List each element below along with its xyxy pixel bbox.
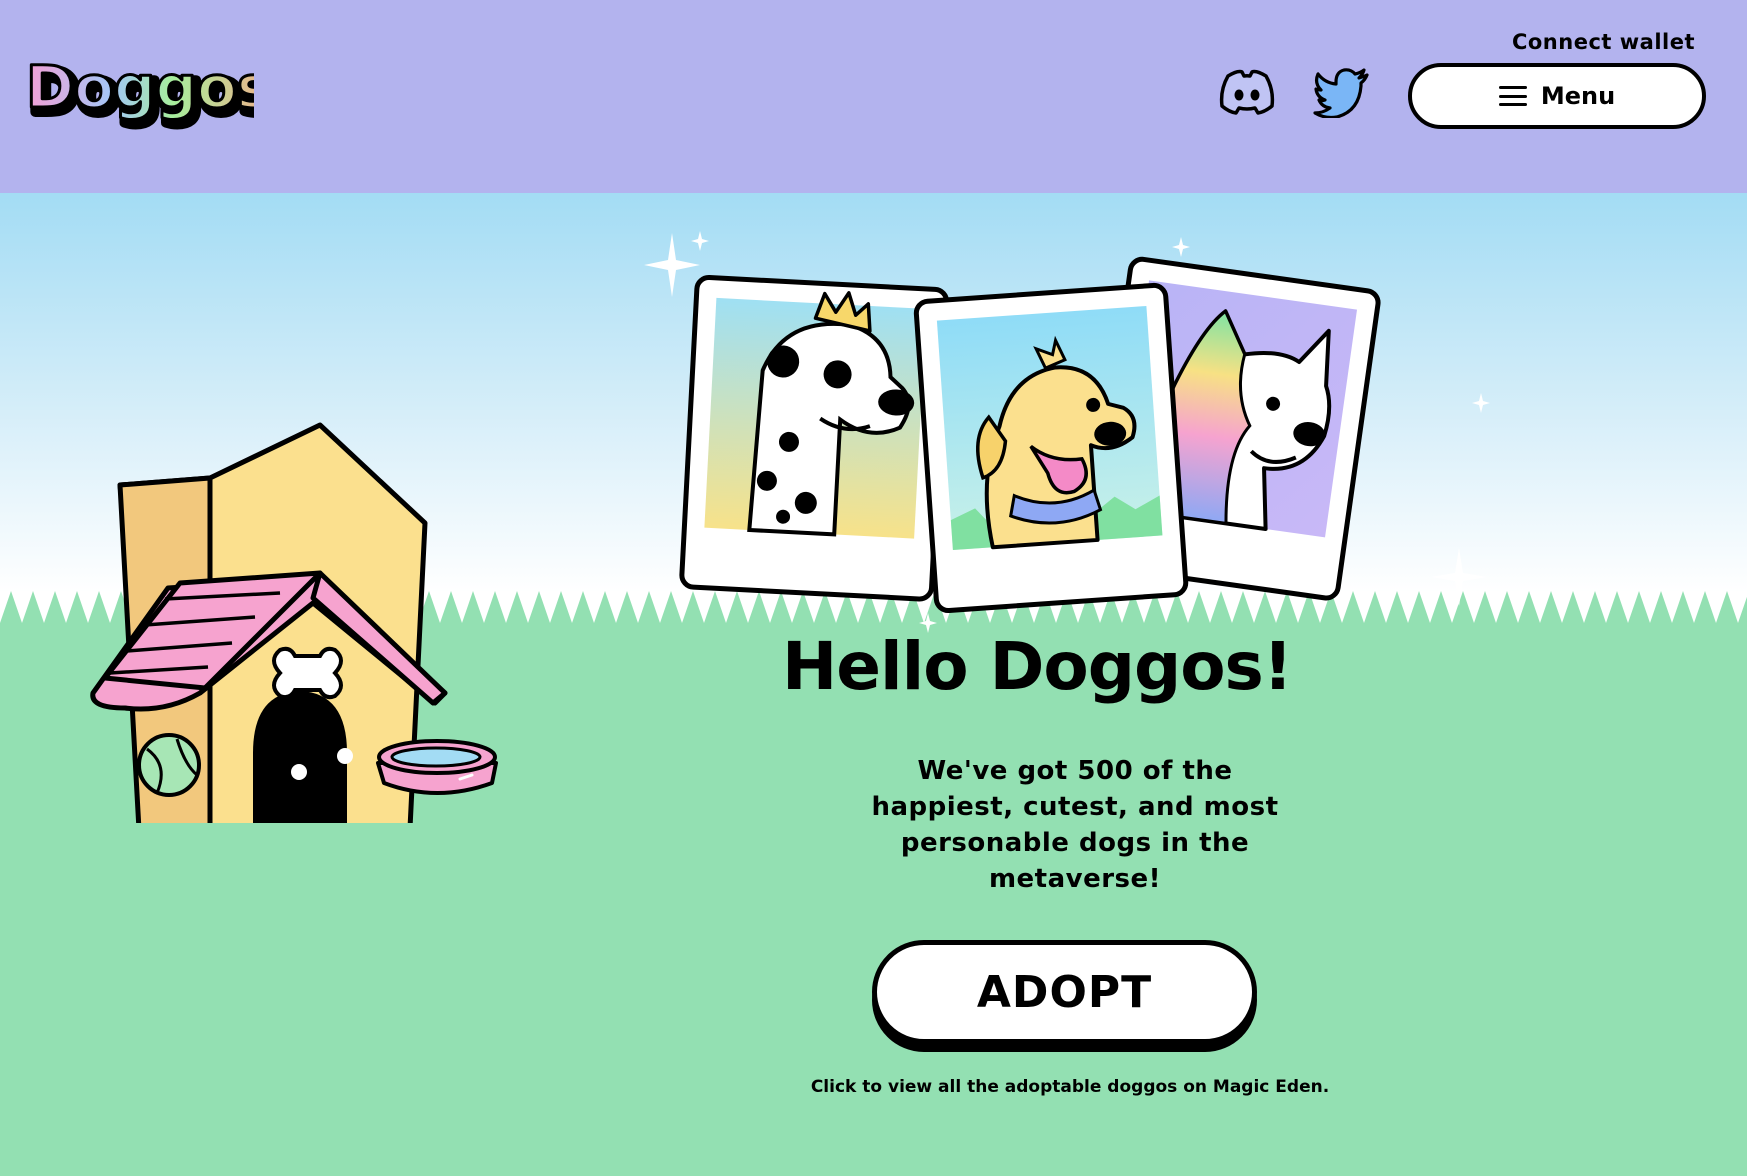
- menu-label: Menu: [1540, 82, 1616, 110]
- site-header: Doggos Doggos Connect wallet Menu: [0, 0, 1747, 193]
- hero-intro: We've got 500 of the happiest, cutest, a…: [871, 756, 1279, 894]
- discord-icon[interactable]: [1218, 66, 1276, 118]
- doggo-polaroids: [679, 256, 1381, 613]
- adopt-button[interactable]: ADOPT: [872, 940, 1257, 1044]
- menu-button[interactable]: Menu: [1408, 63, 1706, 129]
- polaroid-dalmatian: [679, 275, 950, 602]
- twitter-icon[interactable]: [1313, 66, 1371, 118]
- tennis-ball-icon: [137, 733, 201, 797]
- polaroid-golden-puppy: [913, 282, 1189, 613]
- svg-text:Doggos: Doggos: [26, 53, 254, 121]
- hero-scene: Hello Doggos! We've got 500 of the happi…: [0, 193, 1747, 1176]
- doggos-logo[interactable]: Doggos Doggos: [24, 50, 255, 135]
- hamburger-icon: [1498, 86, 1527, 106]
- dog-bowl-icon: [376, 739, 498, 795]
- hero-title: Hello Doggos!: [782, 628, 1293, 705]
- connect-wallet-link[interactable]: Connect wallet: [1512, 30, 1695, 54]
- adopt-hint: Click to view all the adoptable doggos o…: [810, 1077, 1330, 1097]
